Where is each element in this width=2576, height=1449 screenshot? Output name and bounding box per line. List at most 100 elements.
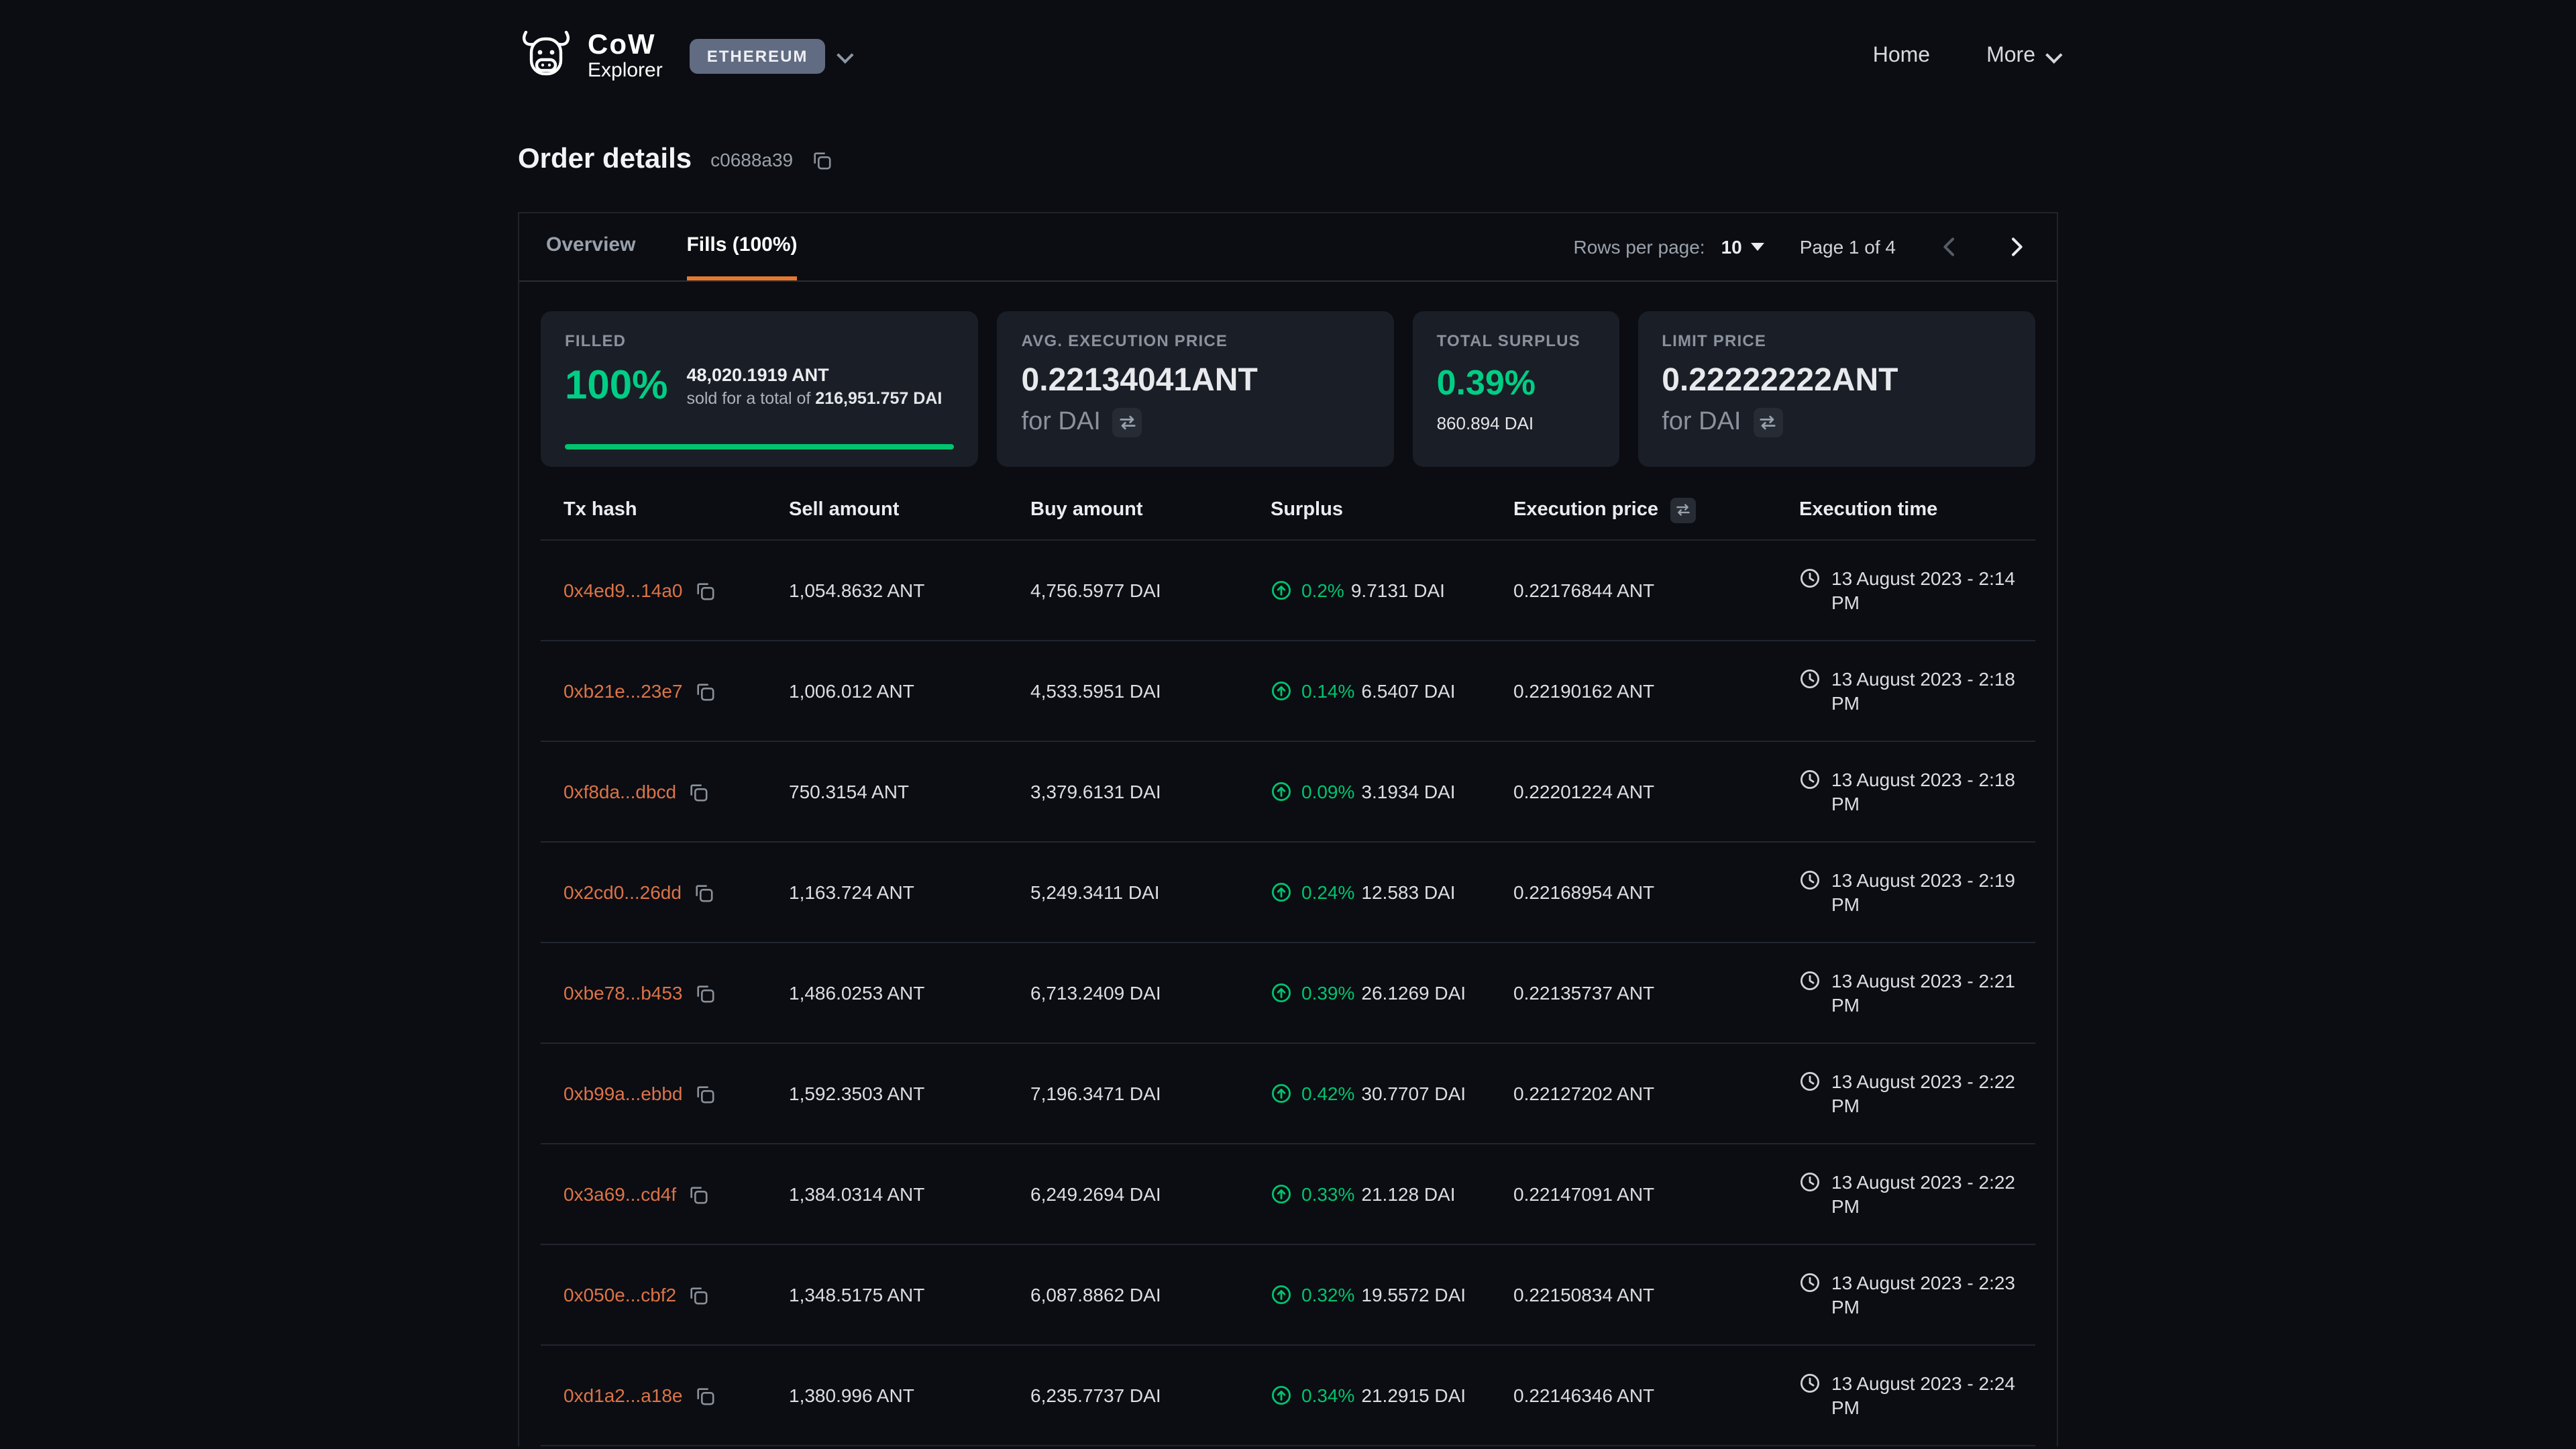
page-indicator: Page 1 of 4 xyxy=(1800,236,1896,258)
surplus-percent: 0.39% xyxy=(1301,982,1354,1004)
buy-amount: 6,249.2694 DAI xyxy=(1030,1183,1271,1205)
next-page-button[interactable] xyxy=(2003,233,2030,260)
tx-hash-link[interactable]: 0x3a69...cd4f xyxy=(564,1183,676,1205)
surplus-percent: 0.2% xyxy=(1301,580,1344,601)
cow-explorer-logo[interactable]: CoW Explorer xyxy=(518,30,663,83)
tab-fills[interactable]: Fills (100%) xyxy=(686,213,797,280)
surplus-percent: 0.09% xyxy=(1301,781,1354,802)
rows-per-page-label: Rows per page: xyxy=(1573,236,1705,258)
execution-price: 0.22147091 ANT xyxy=(1513,1183,1799,1205)
copy-tx-hash-icon[interactable] xyxy=(695,1385,715,1405)
limit-price-card: LIMIT PRICE 0.22222222ANT for DAI xyxy=(1638,311,2035,467)
surplus-percent: 0.42% xyxy=(1301,1083,1354,1104)
previous-page-button[interactable] xyxy=(1936,233,1963,260)
surplus-percent: 0.14% xyxy=(1301,680,1354,702)
buy-amount: 6,087.8862 DAI xyxy=(1030,1284,1271,1305)
surplus-percent: 0.34% xyxy=(1301,1385,1354,1406)
tx-hash-link[interactable]: 0x4ed9...14a0 xyxy=(564,580,683,601)
surplus-arrow-up-circle-icon xyxy=(1271,580,1292,601)
surplus-percent: 0.33% xyxy=(1301,1183,1354,1205)
header-sell-amount: Sell amount xyxy=(789,499,1030,521)
sell-amount: 1,348.5175 ANT xyxy=(789,1284,1030,1305)
avg-execution-price-card: AVG. EXECUTION PRICE 0.22134041ANT for D… xyxy=(998,311,1394,467)
copy-tx-hash-icon[interactable] xyxy=(695,983,715,1003)
network-selector-badge[interactable]: ETHEREUM xyxy=(690,39,826,74)
header-tx-hash: Tx hash xyxy=(564,499,789,521)
surplus-arrow-up-circle-icon xyxy=(1271,1284,1292,1305)
tab-overview-label: Overview xyxy=(546,233,635,256)
total-surplus-percent: 0.39% xyxy=(1437,362,1595,404)
tab-fills-label: Fills (100%) xyxy=(686,233,797,256)
more-chevron-down-icon xyxy=(2045,46,2062,62)
table-row: 0x4ed9...14a0 1,054.8632 ANT 4,756.5977 … xyxy=(541,541,2035,641)
rows-per-page-value: 10 xyxy=(1721,236,1742,258)
network-chevron-down-icon[interactable] xyxy=(837,46,854,62)
surplus-arrow-up-circle-icon xyxy=(1271,1385,1292,1406)
filled-label: FILLED xyxy=(565,331,955,350)
summary-cards: FILLED 100% 48,020.1919 ANT sold for a t… xyxy=(519,282,2057,467)
buy-amount: 3,379.6131 DAI xyxy=(1030,781,1271,802)
buy-amount: 4,756.5977 DAI xyxy=(1030,580,1271,601)
copy-tx-hash-icon[interactable] xyxy=(695,580,715,600)
surplus-amount: 19.5572 DAI xyxy=(1361,1284,1466,1305)
tx-hash-link[interactable]: 0xbe78...b453 xyxy=(564,982,683,1004)
surplus-arrow-up-circle-icon xyxy=(1271,680,1292,702)
rows-per-page-select[interactable]: 10 xyxy=(1721,236,1765,258)
clock-icon xyxy=(1799,567,1821,588)
nav-more-label: More xyxy=(1986,44,2035,68)
page-title: Order details xyxy=(518,144,692,176)
nav-item-home[interactable]: Home xyxy=(1873,44,1930,68)
tx-hash-link[interactable]: 0x2cd0...26dd xyxy=(564,881,682,903)
copy-order-id-icon[interactable] xyxy=(812,150,832,170)
buy-amount: 7,196.3471 DAI xyxy=(1030,1083,1271,1104)
logo-wordmark: CoW Explorer xyxy=(588,31,663,82)
tab-overview[interactable]: Overview xyxy=(546,213,635,280)
surplus-arrow-up-circle-icon xyxy=(1271,1083,1292,1104)
sell-amount: 1,486.0253 ANT xyxy=(789,982,1030,1004)
filled-sold-line: sold for a total of 216,951.757 DAI xyxy=(686,389,942,408)
execution-time: 13 August 2023 - 2:19 PM xyxy=(1831,867,2033,917)
execution-price: 0.22150834 ANT xyxy=(1513,1284,1799,1305)
limit-price-swap-icon[interactable] xyxy=(1753,408,1782,437)
buy-amount: 6,713.2409 DAI xyxy=(1030,982,1271,1004)
copy-tx-hash-icon[interactable] xyxy=(695,681,715,701)
copy-tx-hash-icon[interactable] xyxy=(688,1285,708,1305)
sell-amount: 1,163.724 ANT xyxy=(789,881,1030,903)
cow-logo-icon xyxy=(518,30,574,83)
clock-icon xyxy=(1799,1171,1821,1192)
fills-table: Tx hash Sell amount Buy amount Surplus E… xyxy=(519,480,2057,1446)
fills-table-body: 0x4ed9...14a0 1,054.8632 ANT 4,756.5977 … xyxy=(541,541,2035,1446)
buy-amount: 4,533.5951 DAI xyxy=(1030,680,1271,702)
tabs-bar: Overview Fills (100%) Rows per page: 10 … xyxy=(519,213,2057,282)
surplus-amount: 9.7131 DAI xyxy=(1351,580,1445,601)
copy-tx-hash-icon[interactable] xyxy=(695,1083,715,1104)
clock-icon xyxy=(1799,667,1821,689)
table-row: 0x3a69...cd4f 1,384.0314 ANT 6,249.2694 … xyxy=(541,1144,2035,1245)
tx-hash-link[interactable]: 0xd1a2...a18e xyxy=(564,1385,683,1406)
copy-tx-hash-icon[interactable] xyxy=(688,782,708,802)
copy-tx-hash-icon[interactable] xyxy=(694,882,714,902)
nav-home-label: Home xyxy=(1873,44,1930,68)
filled-amount: 48,020.1919 ANT xyxy=(686,365,942,385)
clock-icon xyxy=(1799,1070,1821,1091)
price-invert-swap-icon[interactable] xyxy=(1670,497,1696,523)
clock-icon xyxy=(1799,1372,1821,1393)
nav-item-more[interactable]: More xyxy=(1986,44,2058,68)
execution-time: 13 August 2023 - 2:24 PM xyxy=(1831,1371,2033,1420)
execution-time: 13 August 2023 - 2:22 PM xyxy=(1831,1069,2033,1118)
avg-price-label: AVG. EXECUTION PRICE xyxy=(1022,331,1370,350)
avg-price-swap-icon[interactable] xyxy=(1113,408,1142,437)
execution-price: 0.22135737 ANT xyxy=(1513,982,1799,1004)
tx-hash-link[interactable]: 0xb99a...ebbd xyxy=(564,1083,683,1104)
tx-hash-link[interactable]: 0xf8da...dbcd xyxy=(564,781,676,802)
table-header-row: Tx hash Sell amount Buy amount Surplus E… xyxy=(541,480,2035,541)
filled-sold-text: sold for a total of xyxy=(686,389,810,408)
total-surplus-amount: 860.894 DAI xyxy=(1437,413,1595,433)
total-surplus-card: TOTAL SURPLUS 0.39% 860.894 DAI xyxy=(1413,311,1619,467)
execution-time: 13 August 2023 - 2:14 PM xyxy=(1831,566,2033,615)
tx-hash-link[interactable]: 0x050e...cbf2 xyxy=(564,1284,676,1305)
copy-tx-hash-icon[interactable] xyxy=(688,1184,708,1204)
tx-hash-link[interactable]: 0xb21e...23e7 xyxy=(564,680,683,702)
header-surplus: Surplus xyxy=(1271,499,1513,521)
execution-time: 13 August 2023 - 2:23 PM xyxy=(1831,1270,2033,1320)
